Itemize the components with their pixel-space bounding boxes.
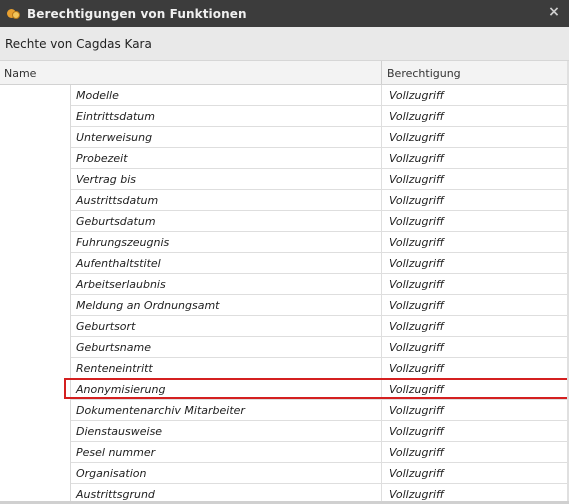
row-permission[interactable]: Vollzugriff <box>389 341 444 354</box>
window-titlebar: Berechtigungen von Funktionen × <box>0 0 569 27</box>
row-divider <box>381 358 382 378</box>
row-name: Fuhrungszeugnis <box>76 236 170 249</box>
window-title: Berechtigungen von Funktionen <box>27 6 247 21</box>
row-divider <box>381 127 382 147</box>
row-name: Geburtsort <box>76 320 136 333</box>
grid-indent-area <box>0 85 71 504</box>
row-name: Geburtsname <box>76 341 152 354</box>
column-header: Name Berechtigung <box>0 61 569 85</box>
row-divider <box>381 421 382 441</box>
row-permission[interactable]: Vollzugriff <box>389 152 444 165</box>
row-permission[interactable]: Vollzugriff <box>389 236 444 249</box>
table-row[interactable]: Unterweisung Vollzugriff <box>71 127 569 148</box>
row-name: Probezeit <box>76 152 128 165</box>
row-name: Arbeitserlaubnis <box>76 278 166 291</box>
row-divider <box>381 442 382 462</box>
row-permission[interactable]: Vollzugriff <box>389 383 444 396</box>
row-permission[interactable]: Vollzugriff <box>389 488 444 501</box>
close-icon[interactable]: × <box>547 5 561 19</box>
row-permission[interactable]: Vollzugriff <box>389 173 444 186</box>
table-row[interactable]: Fuhrungszeugnis Vollzugriff <box>71 232 569 253</box>
table-row[interactable]: Renteneintritt Vollzugriff <box>71 358 569 379</box>
table-row[interactable]: Arbeitserlaubnis Vollzugriff <box>71 274 569 295</box>
row-permission[interactable]: Vollzugriff <box>389 278 444 291</box>
row-name: Austrittsdatum <box>76 194 159 207</box>
row-permission[interactable]: Vollzugriff <box>389 362 444 375</box>
table-row[interactable]: Anonymisierung Vollzugriff <box>71 379 569 400</box>
row-name: Organisation <box>76 467 147 480</box>
row-permission[interactable]: Vollzugriff <box>389 467 444 480</box>
row-divider <box>381 295 382 315</box>
row-divider <box>381 190 382 210</box>
row-permission[interactable]: Vollzugriff <box>389 89 444 102</box>
row-divider <box>381 316 382 336</box>
table-row[interactable]: Geburtsdatum Vollzugriff <box>71 211 569 232</box>
row-divider <box>381 106 382 126</box>
row-name: Aufenthaltstitel <box>76 257 161 270</box>
rights-subheader: Rechte von Cagdas Kara <box>0 27 569 61</box>
row-permission[interactable]: Vollzugriff <box>389 425 444 438</box>
table-row[interactable]: Austrittsdatum Vollzugriff <box>71 190 569 211</box>
row-name: Austrittsgrund <box>76 488 155 501</box>
row-divider <box>381 85 382 105</box>
row-permission[interactable]: Vollzugriff <box>389 131 444 144</box>
row-permission[interactable]: Vollzugriff <box>389 110 444 123</box>
row-divider <box>381 337 382 357</box>
row-divider <box>381 274 382 294</box>
table-row[interactable]: Aufenthaltstitel Vollzugriff <box>71 253 569 274</box>
row-name: Anonymisierung <box>76 383 166 396</box>
row-name: Meldung an Ordnungsamt <box>76 299 220 312</box>
row-divider <box>381 253 382 273</box>
table-row[interactable]: Modelle Vollzugriff <box>71 85 569 106</box>
row-name: Modelle <box>76 89 119 102</box>
row-name: Eintrittsdatum <box>76 110 155 123</box>
table-row[interactable]: Dokumentenarchiv Mitarbeiter Vollzugriff <box>71 400 569 421</box>
row-name: Geburtsdatum <box>76 215 156 228</box>
column-header-name[interactable]: Name <box>4 67 36 80</box>
row-name: Unterweisung <box>76 131 153 144</box>
row-permission[interactable]: Vollzugriff <box>389 215 444 228</box>
table-row[interactable]: Eintrittsdatum Vollzugriff <box>71 106 569 127</box>
table-row[interactable]: Geburtsname Vollzugriff <box>71 337 569 358</box>
row-permission[interactable]: Vollzugriff <box>389 404 444 417</box>
permissions-grid: Modelle Vollzugriff Eintrittsdatum Vollzugr… <box>0 85 569 504</box>
row-permission[interactable]: Vollzugriff <box>389 446 444 459</box>
row-divider <box>381 211 382 231</box>
row-name: Dokumentenarchiv Mitarbeiter <box>76 404 245 417</box>
row-permission[interactable]: Vollzugriff <box>389 257 444 270</box>
row-name: Dienstausweise <box>76 425 163 438</box>
row-name: Vertrag bis <box>76 173 136 186</box>
row-permission[interactable]: Vollzugriff <box>389 194 444 207</box>
table-row[interactable]: Probezeit Vollzugriff <box>71 148 569 169</box>
row-divider <box>381 379 382 399</box>
table-row[interactable]: Vertrag bis Vollzugriff <box>71 169 569 190</box>
table-row[interactable]: Pesel nummer Vollzugriff <box>71 442 569 463</box>
app-people-icon <box>7 7 21 21</box>
row-permission[interactable]: Vollzugriff <box>389 320 444 333</box>
table-row[interactable]: Meldung an Ordnungsamt Vollzugriff <box>71 295 569 316</box>
table-row[interactable]: Organisation Vollzugriff <box>71 463 569 484</box>
row-permission[interactable]: Vollzugriff <box>389 299 444 312</box>
table-row[interactable]: Dienstausweise Vollzugriff <box>71 421 569 442</box>
row-divider <box>381 148 382 168</box>
row-divider <box>381 232 382 252</box>
column-header-permission[interactable]: Berechtigung <box>387 67 461 80</box>
row-divider <box>381 169 382 189</box>
row-divider <box>381 463 382 483</box>
column-divider[interactable] <box>381 61 382 84</box>
row-divider <box>381 400 382 420</box>
subheader-text: Rechte von Cagdas Kara <box>5 36 152 51</box>
row-name: Renteneintritt <box>76 362 153 375</box>
row-name: Pesel nummer <box>76 446 156 459</box>
table-row[interactable]: Geburtsort Vollzugriff <box>71 316 569 337</box>
